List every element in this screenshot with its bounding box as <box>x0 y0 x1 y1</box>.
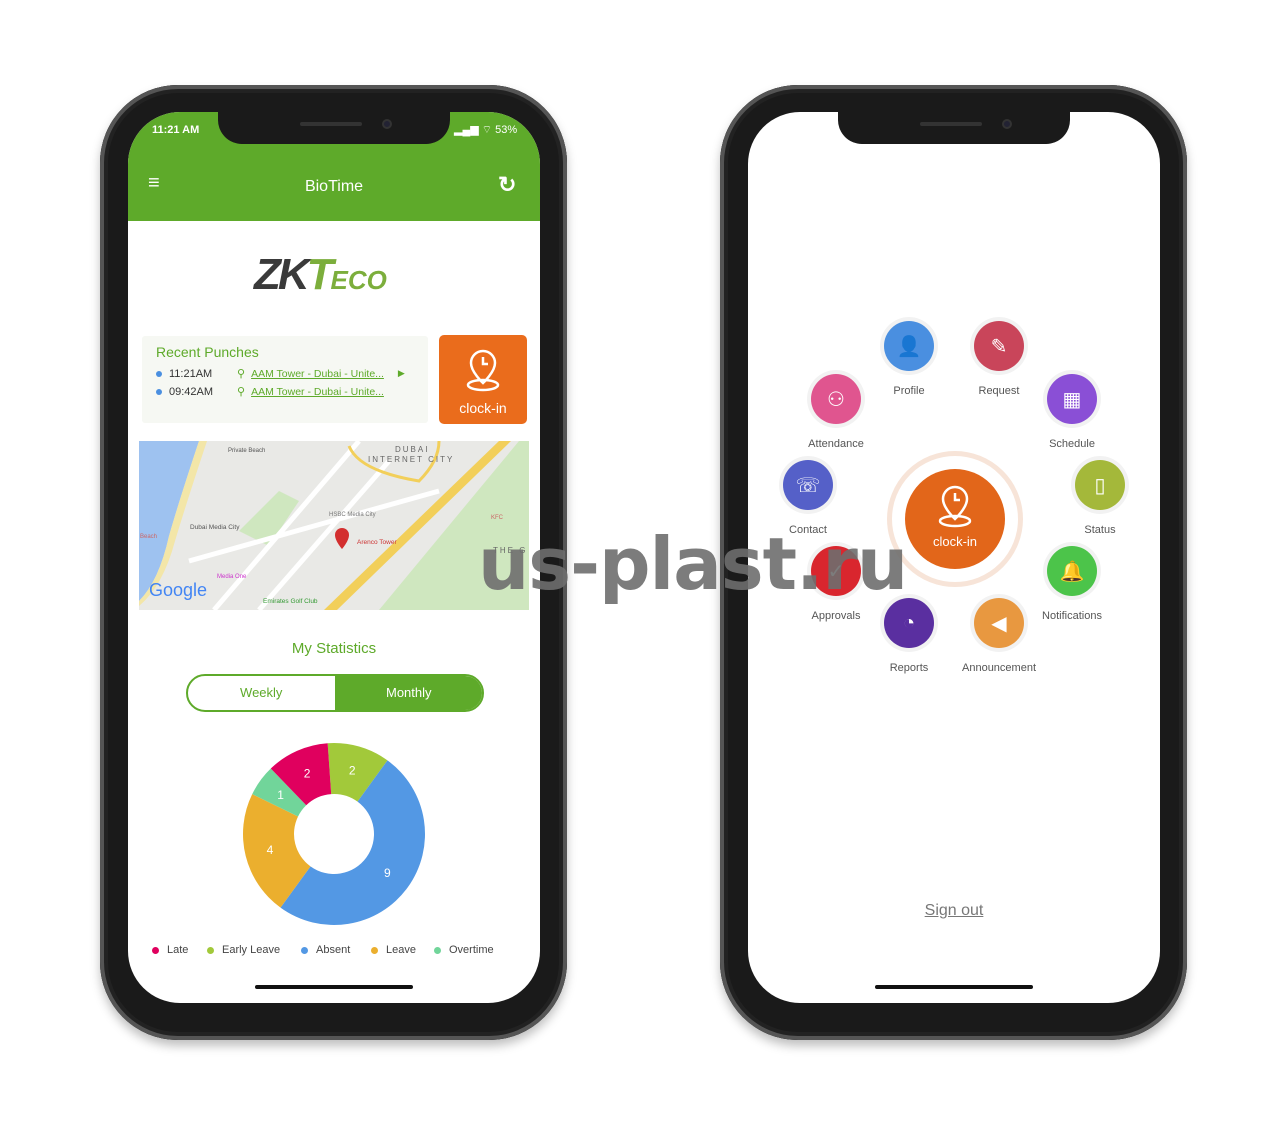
tab-weekly[interactable]: Weekly <box>188 676 336 710</box>
donut-data-label: 2 <box>349 764 356 778</box>
map-label: HSBC Media City <box>329 512 376 518</box>
menu-item-label: Announcement <box>962 662 1036 674</box>
play-arrow-icon[interactable]: ▶ <box>398 368 405 379</box>
speaker-icon: ◀ <box>974 598 1024 648</box>
legend-dot-icon <box>434 946 441 954</box>
map-label: KFC <box>491 515 503 521</box>
donut-data-label: 1 <box>277 788 284 802</box>
legend-item: Late <box>152 944 188 956</box>
watermark: us-plast.ru <box>478 522 908 606</box>
map-label: Beach <box>140 534 158 540</box>
map-label: Dubai Media City <box>190 524 240 531</box>
period-toggle: Weekly Monthly <box>186 674 484 712</box>
menu-item-schedule[interactable]: ▦ Schedule <box>1022 374 1122 450</box>
home-indicator[interactable] <box>875 985 1033 989</box>
menu-item-label: Approvals <box>811 610 861 622</box>
recent-punches-card: Recent Punches 11:21AM ⚲ AAM Tower - Dubai… <box>142 336 428 423</box>
address-book-icon: ☏ <box>783 460 833 510</box>
menu-item-announcement[interactable]: ◀ Announcement <box>949 598 1049 674</box>
group-icon: ⚇ <box>811 374 861 424</box>
center-clock-in-button[interactable]: clock-in <box>905 469 1005 569</box>
map-label: Private Beach <box>228 448 266 454</box>
location-pin-icon: ⚲ <box>237 368 246 380</box>
menu-item-attendance[interactable]: ⚇ Attendance <box>786 374 886 450</box>
center-clock-in-label: clock-in <box>932 534 978 549</box>
clock-location-icon <box>938 485 972 528</box>
book-icon: ▯ <box>1075 460 1125 510</box>
map-label: Emirates Golf Club <box>263 598 318 605</box>
home-indicator[interactable] <box>255 985 413 989</box>
legend-label: Absent <box>316 944 351 956</box>
legend-item: Leave <box>371 944 416 956</box>
legend-label: Late <box>167 944 189 956</box>
map-view[interactable]: Private Beach DUBAI INTERNET CITY HSBC M… <box>139 441 529 610</box>
statistics-title: My Statistics <box>291 640 377 657</box>
legend-item: Absent <box>301 944 350 956</box>
menu-item-label: Schedule <box>1049 438 1095 450</box>
refresh-icon[interactable]: ↻ <box>498 172 516 198</box>
donut-data-label: 2 <box>304 767 311 781</box>
menu-item-label: Reports <box>889 662 929 674</box>
location-pin-icon: ⚲ <box>237 386 246 398</box>
legend-label: Early Leave <box>222 944 281 956</box>
legend-dot-icon <box>207 946 214 954</box>
battery-level: 53% <box>495 124 518 136</box>
clock-location-icon <box>466 349 500 392</box>
map-label: DUBAI <box>395 445 430 454</box>
punch-row: 09:42AM ⚲ AAM Tower - Dubai - Unite... <box>156 385 384 398</box>
app-title: BioTime <box>304 178 364 195</box>
calendar-icon: ▦ <box>1047 374 1097 424</box>
punch-location-link[interactable]: AAM Tower - Dubai - Unite... <box>251 386 384 398</box>
clock-in-label: clock-in <box>459 400 507 416</box>
sign-out-link[interactable]: Sign out <box>748 902 1160 920</box>
menu-item-label: Status <box>1084 524 1116 536</box>
menu-item-status[interactable]: ▯ Status <box>1050 460 1150 536</box>
map-label: Media One <box>217 574 247 580</box>
statistics-donut-chart: 2 9 4 1 2 <box>243 743 425 925</box>
legend-item: Overtime <box>434 944 494 956</box>
donut-data-label: 9 <box>384 866 391 880</box>
menu-item-label: Attendance <box>808 438 864 450</box>
google-logo: Google <box>149 580 208 600</box>
zkteco-logo: ZKTECO <box>254 250 387 299</box>
donut-data-label: 4 <box>267 843 274 857</box>
tab-monthly[interactable]: Monthly <box>335 676 482 710</box>
recent-punches-title: Recent Punches <box>156 344 259 360</box>
map-pin-icon <box>335 528 349 549</box>
punch-row: 11:21AM ⚲ AAM Tower - Dubai - Unite... ▶ <box>156 367 405 380</box>
status-icons: ▂▄▆ ⌔ 53% <box>454 124 518 136</box>
legend-label: Overtime <box>449 944 494 956</box>
bell-icon: 🔔 <box>1047 546 1097 596</box>
legend-dot-icon <box>301 946 308 954</box>
legend-dot-icon <box>371 946 378 954</box>
document-edit-icon: ✎ <box>974 321 1024 371</box>
user-icon: 👤 <box>884 321 934 371</box>
legend-dot-icon <box>152 946 159 954</box>
punch-time: 11:21AM <box>169 367 213 380</box>
legend-label: Leave <box>386 944 416 956</box>
map-label: Arenco Tower <box>357 539 397 546</box>
status-time: 11:21 AM <box>152 124 200 136</box>
clock-in-button[interactable]: clock-in <box>439 335 527 424</box>
punch-location-link[interactable]: AAM Tower - Dubai - Unite... <box>251 368 384 380</box>
legend-item: Early Leave <box>207 944 280 956</box>
punch-time: 09:42AM <box>169 385 214 398</box>
map-label: INTERNET CITY <box>368 455 455 464</box>
